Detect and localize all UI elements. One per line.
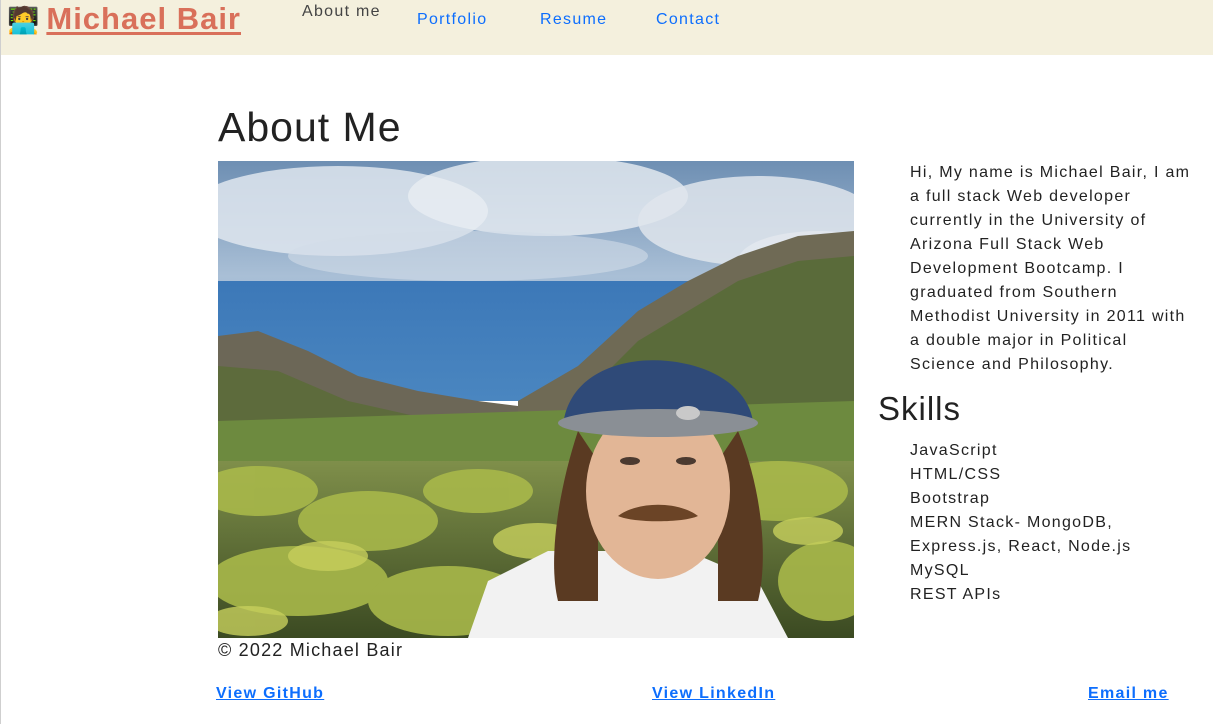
navbar: 🧑‍💻 Michael Bair About me Portfolio Resum…	[1, 0, 1213, 55]
skill-item: REST APIs	[910, 586, 1002, 603]
nav-portfolio[interactable]: Portfolio	[417, 11, 487, 29]
github-link[interactable]: View GitHub	[216, 685, 324, 703]
skill-item: JavaScript	[910, 442, 998, 459]
profile-photo	[218, 161, 854, 638]
copyright-text: © 2022 Michael Bair	[218, 640, 404, 660]
bio-text: Hi, My name is Michael Bair, I am a full…	[910, 164, 1191, 373]
linkedin-link[interactable]: View LinkedIn	[652, 685, 775, 703]
skill-item: MySQL	[910, 562, 970, 579]
email-link[interactable]: Email me	[1088, 685, 1169, 703]
nav-about-me[interactable]: About me	[302, 3, 381, 21]
skills-title: Skills	[878, 390, 962, 427]
page: 🧑‍💻 Michael Bair About me Portfolio Resum…	[0, 0, 1213, 724]
skill-item: Bootstrap	[910, 490, 991, 507]
skill-item: HTML/CSS	[910, 466, 1002, 483]
skills-list: JavaScript HTML/CSS Bootstrap MERN Stack…	[910, 439, 1192, 607]
brand-link[interactable]: 🧑‍💻 Michael Bair	[7, 1, 241, 37]
nav-contact[interactable]: Contact	[656, 11, 720, 29]
technologist-icon: 🧑‍💻	[7, 5, 41, 35]
about-title: About Me	[218, 104, 402, 150]
nav-resume[interactable]: Resume	[540, 11, 607, 29]
skill-item: MERN Stack- MongoDB, Express.js, React, …	[910, 514, 1132, 555]
brand-name: Michael Bair	[46, 1, 241, 36]
